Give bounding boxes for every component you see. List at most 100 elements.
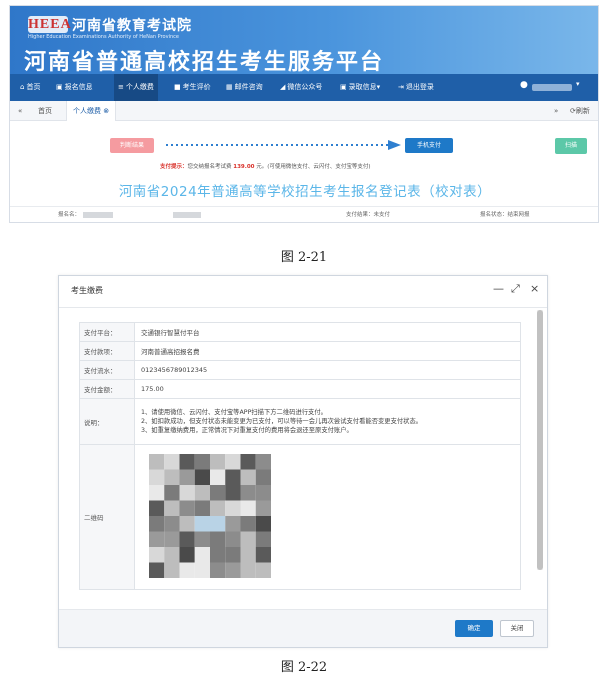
qr-pixel xyxy=(210,516,226,532)
refresh-button[interactable]: ⟳刷新 xyxy=(570,101,590,121)
qr-pixel xyxy=(179,500,195,516)
qr-pixel xyxy=(179,562,195,578)
qr-pixel xyxy=(164,516,180,532)
name-blurred xyxy=(83,211,114,218)
qr-pixel xyxy=(210,500,226,516)
qr-pixel xyxy=(149,485,165,501)
qr-pixel xyxy=(255,469,271,485)
qr-pixel xyxy=(225,531,241,547)
pay-platform-value: 交通银行智慧付平台 xyxy=(134,322,521,342)
pay-serial-value: 0123456789012345 xyxy=(134,360,521,380)
qr-pixel xyxy=(149,531,165,547)
scrollbar-thumb[interactable] xyxy=(537,310,543,570)
qr-pixel xyxy=(240,547,256,563)
qr-pixel xyxy=(255,547,271,563)
table-row: 说明： 1、请使用微信、云闪付、支付宝等APP扫描下方二维码进行支付。 2、如扣… xyxy=(79,398,521,445)
qr-pixel xyxy=(164,485,180,501)
maximize-icon[interactable]: ⤢ xyxy=(511,282,520,296)
main-nav: ⌂ 首页 ▣ 报名信息 ≡ 个人缴费 ■ 考生评价 ▦ 邮件咨询 ◢ 微信公众号 ▣ 录取信息… xyxy=(10,74,598,101)
header-banner: HEEA 河南省教育考试院 Higher Education Examinati… xyxy=(10,6,598,75)
qr-pixel xyxy=(149,547,165,563)
scrollbar[interactable] xyxy=(537,310,543,570)
note-line-1: 1、请使用微信、云闪付、支付宝等APP扫描下方二维码进行支付。 xyxy=(141,409,327,416)
minimize-icon[interactable]: — xyxy=(493,282,504,295)
card-icon: ▣ xyxy=(340,83,347,91)
qr-pixel xyxy=(210,531,226,547)
qr-pixel xyxy=(255,500,271,516)
figure-caption-2-22: 图 2-22 xyxy=(280,660,328,675)
qr-pixel xyxy=(164,454,180,470)
nav-item-logout[interactable]: ⇥ 退出登录 xyxy=(398,74,434,101)
confirm-button[interactable]: 确定 xyxy=(455,620,493,637)
nav-item-evaluation[interactable]: ■ 考生评价 xyxy=(174,74,211,101)
qr-pixel xyxy=(164,547,180,563)
nav-item-home[interactable]: ⌂ 首页 xyxy=(20,74,40,101)
step-confirm-button[interactable]: 判断结果 xyxy=(110,138,154,153)
qr-pixel xyxy=(194,562,210,578)
qr-pixel xyxy=(225,516,241,532)
qr-pixel xyxy=(225,469,241,485)
qr-pixel xyxy=(255,562,271,578)
table-row: 支付流水： 0123456789012345 xyxy=(79,360,521,380)
table-row: 支付金额： 175.00 xyxy=(79,379,521,399)
qr-pixel xyxy=(240,516,256,532)
note-content: 1、请使用微信、云闪付、支付宝等APP扫描下方二维码进行支付。 2、如扣款成功，… xyxy=(134,398,521,445)
user-menu[interactable]: ● ▾ xyxy=(520,80,584,94)
qr-pixel xyxy=(194,469,210,485)
forward-icon[interactable]: » xyxy=(554,101,558,121)
send-icon: ◢ xyxy=(280,83,286,91)
note-line-2: 2、如扣款成功，但支付状态未能变更为已支付，可以等待一会儿再次尝试支付看能否变更… xyxy=(141,418,423,425)
qr-pixel xyxy=(240,485,256,501)
qr-pixel xyxy=(255,516,271,532)
qr-pixel xyxy=(179,454,195,470)
close-icon[interactable]: × xyxy=(530,282,539,295)
qr-pixel xyxy=(240,562,256,578)
heea-logo: HEEA xyxy=(28,16,72,33)
qr-pixel xyxy=(194,485,210,501)
home-icon: ⌂ xyxy=(20,83,25,91)
nav-item-wechat[interactable]: ◢ 微信公众号 xyxy=(280,74,322,101)
qr-pixel xyxy=(225,485,241,501)
mobile-pay-button[interactable]: 手机支付 xyxy=(405,138,453,153)
pay-item-label: 支付款项： xyxy=(79,341,135,361)
qr-pixel xyxy=(149,516,165,532)
payment-detail-table: 支付平台： 交通银行智慧付平台 支付款项： 河南普通高招报名费 支付流水： 01… xyxy=(79,322,521,590)
tab-home[interactable]: 首页 xyxy=(38,101,52,121)
qr-pixel xyxy=(179,485,195,501)
note-line-3: 3、如重复缴纳费用，正常情况下对重复支付的费用将会退还至原支付账户。 xyxy=(141,427,353,434)
org-name: 河南省教育考试院 xyxy=(72,18,192,34)
qr-code-image xyxy=(149,454,271,578)
qr-pixel xyxy=(164,469,180,485)
table-row: 支付平台： 交通银行智慧付平台 xyxy=(79,322,521,342)
nav-item-personal-payment[interactable]: ≡ 个人缴费 xyxy=(114,74,158,101)
note-label: 说明： xyxy=(79,398,135,445)
table-row: 二维码 xyxy=(79,444,521,590)
tab-bar: « 首页 个人缴费 ⊗ » ⟳刷新 xyxy=(10,101,598,121)
qr-label: 二维码 xyxy=(79,444,135,590)
close-icon[interactable]: ⊗ xyxy=(103,107,109,115)
qr-pixel xyxy=(164,500,180,516)
qr-pixel xyxy=(240,469,256,485)
qr-pixel xyxy=(149,469,165,485)
nav-item-admission-info[interactable]: ▣ 录取信息▾ xyxy=(340,74,380,101)
scan-button[interactable]: 扫描 xyxy=(555,138,587,154)
logout-icon: ⇥ xyxy=(398,83,404,91)
pay-platform-label: 支付平台： xyxy=(79,322,135,342)
modal-footer: 确定 关闭 xyxy=(59,609,547,647)
chevron-down-icon: ▾ xyxy=(376,83,381,91)
qr-pixel xyxy=(240,531,256,547)
payment-tip: 支付提示：您交纳报名考试费 139.00 元。(可使用微信支付、云闪付、支付宝等… xyxy=(160,164,371,170)
close-button[interactable]: 关闭 xyxy=(500,620,534,637)
qr-pixel xyxy=(164,562,180,578)
pay-serial-label: 支付流水： xyxy=(79,360,135,380)
qr-pixel xyxy=(149,562,165,578)
qr-pixel xyxy=(194,500,210,516)
back-icon[interactable]: « xyxy=(18,101,22,121)
nav-item-registration-info[interactable]: ▣ 报名信息 xyxy=(56,74,93,101)
qr-pixel xyxy=(240,454,256,470)
modal-title: 考生缴费 xyxy=(71,286,103,295)
nav-item-mail-consult[interactable]: ▦ 邮件咨询 xyxy=(226,74,263,101)
menu-icon: ≡ xyxy=(118,83,124,91)
tab-personal-payment[interactable]: 个人缴费 ⊗ xyxy=(66,101,117,121)
modal-body: 支付平台： 交通银行智慧付平台 支付款项： 河南普通高招报名费 支付流水： 01… xyxy=(59,309,547,609)
